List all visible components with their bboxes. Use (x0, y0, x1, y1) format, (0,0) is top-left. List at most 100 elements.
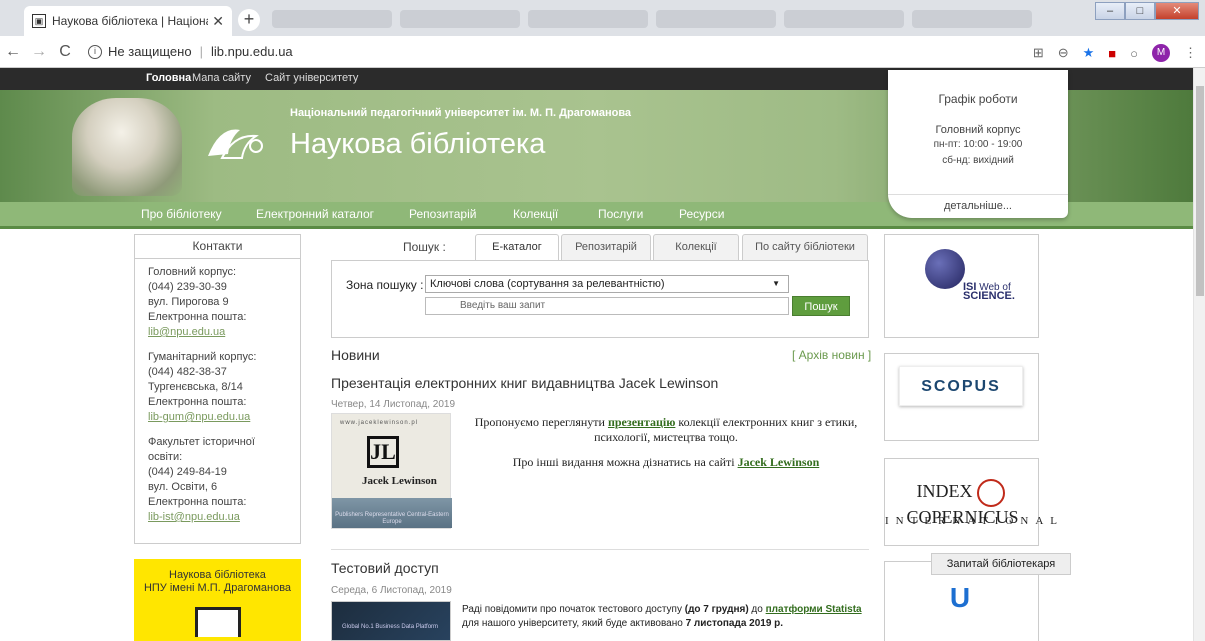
nav-e-catalog[interactable]: Електронний каталог (256, 207, 374, 221)
search-input[interactable]: Введіть ваш запит (425, 297, 789, 315)
background-tab[interactable] (784, 10, 904, 28)
contact-phone: (044) 249-84-19 (148, 466, 227, 478)
jacek-lewinson-image[interactable]: www.jaceklewinson.pl JL Jacek Lewinson P… (331, 413, 452, 529)
nav-underline (0, 226, 1193, 229)
background-tab[interactable] (656, 10, 776, 28)
globe-icon (925, 249, 965, 289)
bookmark-star-icon[interactable]: ★ (1083, 45, 1095, 61)
pdf-extension-icon[interactable]: ■ (1108, 46, 1116, 61)
search-zone-label: Зона пошуку : (346, 278, 424, 292)
nav-repository[interactable]: Репозитарій (409, 207, 476, 221)
text: для нашого університету, який буде актив… (462, 618, 686, 629)
contact-email-label: Електронна пошта: (148, 311, 247, 323)
contact-name: Факультет історичної освіти: (148, 436, 255, 463)
index-copernicus-banner[interactable]: INDEXCOPERNICUS INTERNATIONAL (884, 458, 1057, 546)
zoom-icon[interactable]: ⊖ (1058, 45, 1069, 61)
ask-librarian-button[interactable]: Запитай бібліотекаря (931, 553, 1071, 575)
nav-collections[interactable]: Колекції (513, 207, 558, 221)
background-tab[interactable] (528, 10, 648, 28)
contact-address: вул. Пирогова 9 (148, 296, 229, 308)
url-text[interactable]: lib.npu.edu.ua (211, 44, 293, 59)
contact-block-history: Факультет історичної освіти: (044) 249-8… (135, 429, 300, 529)
schedule-weekdays: пн-пт: 10:00 - 19:00 (933, 139, 1023, 150)
presentation-link[interactable]: презентацію (608, 415, 675, 429)
profile-avatar[interactable]: M (1152, 44, 1170, 62)
text: (до 7 грудня) (684, 604, 749, 615)
contact-email-link[interactable]: lib-gum@npu.edu.ua (148, 411, 250, 423)
news-title[interactable]: Тестовий доступ (331, 560, 439, 576)
statista-link[interactable]: платформи Statista (766, 604, 862, 615)
book-icon (194, 607, 241, 637)
news-body: Раді повідомити про початок тестового до… (462, 603, 872, 631)
contact-block-humanities: Гуманітарний корпус: (044) 482-38-37 Тур… (135, 344, 300, 429)
tab-collections[interactable]: Колекції (653, 234, 739, 260)
extension-icon[interactable]: ○ (1130, 46, 1138, 61)
text: до (748, 604, 766, 615)
tab-site-search[interactable]: По сайту бібліотеки (742, 234, 868, 260)
schedule-heading: Графік роботи (938, 92, 1018, 106)
browser-tab-strip: ▣ Наукова бібліотека | Національ ✕ + – □… (0, 0, 1205, 36)
contact-address: вул. Освіти, 6 (148, 481, 218, 493)
tab-e-catalog[interactable]: Е-каталог (475, 234, 559, 261)
window-close-button[interactable]: ✕ (1155, 2, 1199, 20)
ic-left: INDEX (916, 481, 973, 502)
tab-close-icon[interactable]: ✕ (212, 13, 224, 30)
image-footer-text: Publishers Representative Central-Easter… (335, 512, 449, 525)
search-zone-select[interactable]: Ключові слова (сортування за релевантніс… (425, 275, 789, 293)
contact-email-link[interactable]: lib@npu.edu.ua (148, 326, 225, 338)
page-scrollbar[interactable] (1193, 68, 1205, 641)
library-logo-icon[interactable] (200, 120, 270, 166)
background-tab[interactable] (400, 10, 520, 28)
news-date: Середа, 6 Листопад, 2019 (331, 585, 452, 596)
contact-name: Гуманітарний корпус: (148, 351, 257, 363)
statista-image[interactable]: Global No.1 Business Data Platform (331, 601, 451, 641)
forward-icon[interactable]: → (26, 43, 52, 61)
new-tab-button[interactable]: + (238, 9, 260, 31)
schedule-more-link[interactable]: детальніше... (888, 194, 1068, 212)
background-tab[interactable] (912, 10, 1032, 28)
info-icon[interactable]: i (88, 44, 102, 59)
library-card-banner[interactable]: Наукова бібліотека НПУ імені М.П. Драгом… (134, 559, 301, 641)
nav-resources[interactable]: Ресурси (679, 207, 724, 221)
topnav-home-link[interactable]: Головна (146, 72, 191, 84)
statista-image-text: Global No.1 Business Data Platform (342, 624, 439, 630)
contact-email-link[interactable]: lib-ist@npu.edu.ua (148, 511, 240, 523)
contact-phone: (044) 239-30-39 (148, 281, 227, 293)
back-icon[interactable]: ← (0, 43, 26, 61)
banner-title[interactable]: Наукова бібліотека (290, 128, 545, 161)
search-widget: Пошук : Е-каталог Репозитарій Колекції П… (331, 234, 869, 338)
minimize-button[interactable]: – (1095, 2, 1125, 20)
nav-services[interactable]: Послуги (598, 207, 643, 221)
news-archive-link[interactable]: [ Архів новин ] (792, 348, 871, 362)
news-body: Пропонуємо переглянути презентацію колек… (462, 415, 870, 480)
search-label: Пошук : (403, 240, 446, 254)
text: Про інші видання можна дізнатись на сайт… (512, 455, 738, 469)
nav-about[interactable]: Про бібліотеку (141, 207, 222, 221)
contact-email-label: Електронна пошта: (148, 496, 247, 508)
scrollbar-thumb[interactable] (1196, 86, 1204, 296)
browser-tab-active[interactable]: ▣ Наукова бібліотека | Національ ✕ (24, 6, 232, 36)
text: 7 листопада 2019 р. (685, 618, 784, 629)
topnav-university-link[interactable]: Сайт університету (265, 72, 358, 84)
tab-repository[interactable]: Репозитарій (561, 234, 651, 260)
contacts-panel: Контакти Головний корпус: (044) 239-30-3… (134, 234, 301, 544)
contact-phone: (044) 482-38-37 (148, 366, 227, 378)
jacek-lewinson-link[interactable]: Jacek Lewinson (738, 455, 820, 469)
search-button[interactable]: Пошук (792, 296, 850, 316)
omnibox[interactable]: i Не защищено | lib.npu.edu.ua (88, 44, 293, 59)
maximize-button[interactable]: □ (1125, 2, 1155, 20)
translate-icon[interactable]: ⊞ (1033, 45, 1044, 61)
web-of-science-banner[interactable]: ISI Web of SCIENCE. (884, 234, 1039, 338)
news-divider (331, 549, 869, 550)
topnav-sitemap-link[interactable]: Мапа сайту (192, 72, 251, 84)
news-paragraph: Пропонуємо переглянути презентацію колек… (462, 415, 870, 445)
contact-address: Тургенєвська, 8/14 (148, 381, 243, 393)
libcard-line2: НПУ імені М.П. Драгоманова (143, 582, 292, 594)
background-tab[interactable] (272, 10, 392, 28)
news-title[interactable]: Презентація електронних книг видавництва… (331, 375, 718, 391)
schedule-widget: Графік роботи Головний корпус пн-пт: 10:… (888, 70, 1068, 218)
menu-icon[interactable]: ⋮ (1184, 45, 1197, 61)
scopus-banner[interactable]: SCOPUS (884, 353, 1039, 441)
reload-icon[interactable]: C (52, 43, 78, 61)
toolbar-icons: ⊞ ⊖ ★ ■ ○ M ⋮ (1033, 44, 1197, 62)
